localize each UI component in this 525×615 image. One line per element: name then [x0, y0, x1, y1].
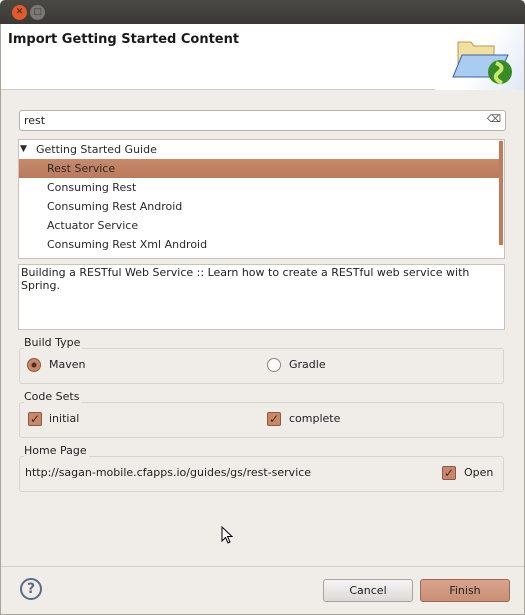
- finish-button[interactable]: Finish: [420, 579, 510, 602]
- search-value: rest: [24, 114, 46, 127]
- tree-category[interactable]: ▼ Getting Started Guide: [19, 140, 501, 159]
- tree-item[interactable]: Consuming Rest Xml Android: [19, 235, 501, 254]
- complete-label: complete: [289, 412, 341, 425]
- page-title: Import Getting Started Content: [8, 32, 240, 47]
- tree-item[interactable]: Consuming Rest: [19, 178, 501, 197]
- gradle-radio[interactable]: [267, 358, 281, 372]
- gradle-label: Gradle: [289, 358, 326, 371]
- close-icon[interactable]: ✕: [12, 5, 27, 20]
- build-type-label: Build Type: [24, 336, 83, 349]
- home-page-url: http://sagan-mobile.cfapps.io/guides/gs/…: [25, 466, 312, 479]
- maven-label: Maven: [49, 358, 86, 371]
- tree-item[interactable]: Consuming Rest Android: [19, 197, 501, 216]
- footer-separator: [0, 566, 525, 567]
- maven-radio[interactable]: [27, 358, 41, 372]
- category-label: Getting Started Guide: [36, 143, 157, 156]
- mouse-cursor-icon: [221, 526, 234, 544]
- open-checkbox[interactable]: ✓: [442, 466, 456, 480]
- initial-label: initial: [49, 412, 80, 425]
- search-input[interactable]: rest ⌫: [19, 110, 506, 131]
- folder-spring-icon: [452, 41, 512, 85]
- initial-checkbox[interactable]: ✓: [28, 412, 42, 426]
- home-page-label: Home Page: [24, 444, 89, 457]
- code-sets-group: [19, 402, 504, 438]
- code-sets-label: Code Sets: [24, 390, 82, 403]
- maximize-icon[interactable]: □: [30, 5, 45, 20]
- tree-item[interactable]: Actuator Service: [19, 216, 501, 235]
- build-type-group: [19, 348, 504, 384]
- tree-scrollbar[interactable]: [499, 141, 503, 245]
- open-label: Open: [464, 466, 494, 479]
- title-bar: ✕ □: [0, 0, 525, 24]
- complete-checkbox[interactable]: ✓: [267, 412, 281, 426]
- expand-triangle-icon[interactable]: ▼: [20, 140, 27, 159]
- help-icon[interactable]: ?: [20, 578, 42, 600]
- guide-tree[interactable]: ▼ Getting Started Guide Rest Service Con…: [18, 139, 505, 259]
- cancel-button[interactable]: Cancel: [323, 579, 413, 602]
- wizard-header: Import Getting Started Content: [0, 24, 525, 90]
- clear-icon[interactable]: ⌫: [487, 114, 501, 125]
- description-box: Building a RESTful Web Service :: Learn …: [18, 264, 505, 330]
- tree-item-rest-service[interactable]: Rest Service: [19, 159, 501, 178]
